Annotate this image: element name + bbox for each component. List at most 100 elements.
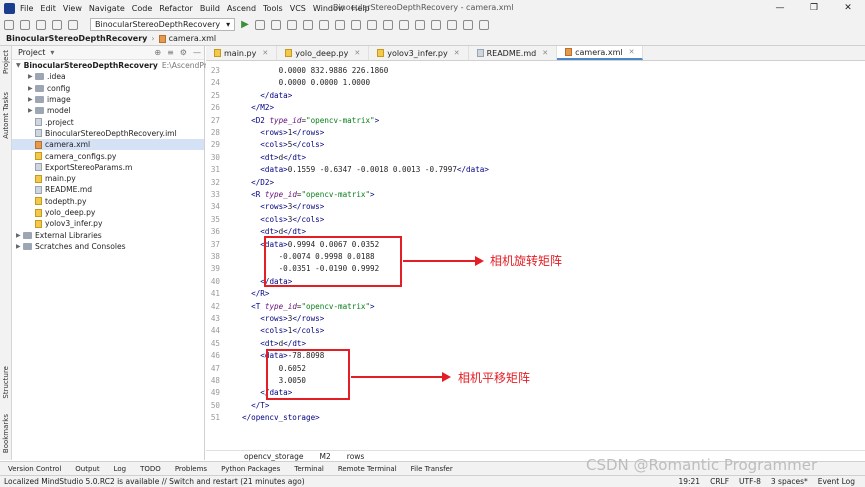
tree-item[interactable]: camera_configs.py: [12, 150, 204, 161]
tree-item[interactable]: ▶ config: [12, 83, 204, 94]
code-line[interactable]: 25 </data>: [206, 90, 861, 102]
code-line[interactable]: 32 </D2>: [206, 177, 861, 189]
tool-icon-3[interactable]: [318, 19, 329, 30]
menu-vcs[interactable]: VCS: [290, 4, 306, 13]
expand-arrow-icon[interactable]: ▶: [28, 85, 35, 92]
tree-item[interactable]: ▶ image: [12, 94, 204, 105]
tool-icon-1[interactable]: [286, 19, 297, 30]
code-line[interactable]: 51 </opencv_storage>: [206, 412, 861, 424]
tab-yolo-deep-py[interactable]: yolo_deep.py ✕: [277, 46, 370, 60]
expand-arrow-icon[interactable]: ▶: [28, 96, 35, 103]
tool-icon-7[interactable]: [382, 19, 393, 30]
tree-item[interactable]: BinocularStereoDepthRecovery.iml: [12, 128, 204, 139]
menu-code[interactable]: Code: [132, 4, 152, 13]
tree-item[interactable]: ▶ .idea: [12, 71, 204, 82]
back-icon[interactable]: [52, 19, 62, 30]
menu-refactor[interactable]: Refactor: [159, 4, 193, 13]
code-line[interactable]: 31 <data>0.1559 -0.6347 -0.0018 0.0013 -…: [206, 164, 861, 176]
code-line[interactable]: 27 <D2 type_id="opencv-matrix">: [206, 115, 861, 127]
code-line[interactable]: 50 </T>: [206, 400, 861, 412]
project-header-label[interactable]: Project: [18, 48, 45, 57]
terminal-button[interactable]: Terminal: [294, 465, 324, 473]
close-icon[interactable]: ✕: [542, 49, 548, 57]
close-icon[interactable]: ✕: [262, 49, 268, 57]
menu-navigate[interactable]: Navigate: [89, 4, 125, 13]
tab-camera-xml[interactable]: camera.xml ✕: [557, 46, 644, 60]
nav-file[interactable]: camera.xml: [169, 34, 217, 43]
tree-item[interactable]: yolo_deep.py: [12, 207, 204, 218]
tool-icon-13[interactable]: [478, 19, 489, 30]
todo-button[interactable]: TODO: [140, 465, 161, 473]
output-button[interactable]: Output: [75, 465, 99, 473]
menu-file[interactable]: File: [20, 4, 33, 13]
expand-arrow-icon[interactable]: ▶: [16, 232, 23, 239]
expand-arrow-icon[interactable]: ▶: [28, 107, 35, 114]
gear-icon[interactable]: ⚙: [180, 48, 187, 57]
version-control-button[interactable]: Version Control: [8, 465, 61, 473]
menu-build[interactable]: Build: [200, 4, 220, 13]
minimize-button[interactable]: —: [763, 0, 797, 17]
sync-icon[interactable]: [36, 19, 46, 30]
debug-icon[interactable]: [254, 19, 265, 30]
tab-readme-md[interactable]: README.md ✕: [469, 46, 558, 60]
tool-icon-5[interactable]: [350, 19, 361, 30]
expand-arrow-icon[interactable]: ▶: [28, 73, 35, 80]
remote-terminal-button[interactable]: Remote Terminal: [338, 465, 397, 473]
code-line[interactable]: 41 </R>: [206, 288, 861, 300]
editor-scrollbar[interactable]: [858, 61, 865, 450]
run-icon[interactable]: ▶: [241, 19, 249, 30]
code-line[interactable]: 26 </M2>: [206, 102, 861, 114]
code-line[interactable]: 35 <cols>3</cols>: [206, 214, 861, 226]
code-line[interactable]: 33 <R type_id="opencv-matrix">: [206, 189, 861, 201]
tool-icon-12[interactable]: [462, 19, 473, 30]
tree-item[interactable]: main.py: [12, 173, 204, 184]
python-packages-button[interactable]: Python Packages: [221, 465, 280, 473]
forward-icon[interactable]: [68, 19, 78, 30]
stop-icon[interactable]: [270, 19, 281, 30]
tool-icon-6[interactable]: [366, 19, 377, 30]
status-message[interactable]: Localized MindStudio 5.0.RC2 is availabl…: [4, 477, 305, 486]
tasks-tool-button[interactable]: Automt Tasks: [2, 92, 10, 139]
tab-main-py[interactable]: main.py ✕: [206, 46, 278, 60]
menu-edit[interactable]: Edit: [40, 4, 56, 13]
code-line[interactable]: 34 <rows>3</rows>: [206, 201, 861, 213]
structure-tool-button[interactable]: Structure: [2, 366, 10, 399]
file-encoding[interactable]: UTF-8: [739, 477, 761, 486]
expand-arrow-icon[interactable]: ▼: [16, 62, 21, 69]
menu-tools[interactable]: Tools: [263, 4, 283, 13]
tree-item-scratches[interactable]: ▶ Scratches and Consoles: [12, 241, 204, 252]
hide-icon[interactable]: —: [193, 48, 201, 57]
tool-icon-10[interactable]: [430, 19, 441, 30]
code-line[interactable]: 24 0.0000 0.0000 1.0000: [206, 77, 861, 89]
breadcrumb-item[interactable]: opencv_storage: [244, 452, 304, 461]
target-icon[interactable]: ⊕: [154, 48, 161, 57]
line-separator[interactable]: CRLF: [710, 477, 729, 486]
project-tool-button[interactable]: Project: [2, 50, 10, 74]
close-icon[interactable]: ✕: [354, 49, 360, 57]
open-icon[interactable]: [4, 19, 14, 30]
tree-item[interactable]: camera.xml: [12, 139, 204, 151]
chevron-down-icon[interactable]: ▾: [50, 48, 54, 57]
tool-icon-11[interactable]: [446, 19, 457, 30]
event-log-button[interactable]: Event Log: [818, 477, 855, 486]
tree-item[interactable]: yolov3_infer.py: [12, 218, 204, 229]
tree-item[interactable]: .project: [12, 116, 204, 127]
collapse-icon[interactable]: ≡: [167, 48, 174, 57]
tab-yolov3-infer-py[interactable]: yolov3_infer.py ✕: [369, 46, 469, 60]
nav-project[interactable]: BinocularStereoDepthRecovery: [6, 34, 147, 43]
indent-setting[interactable]: 3 spaces*: [771, 477, 808, 486]
menu-view[interactable]: View: [63, 4, 82, 13]
code-line[interactable]: 29 <cols>5</cols>: [206, 139, 861, 151]
menu-ascend[interactable]: Ascend: [227, 4, 256, 13]
close-icon[interactable]: ✕: [629, 48, 635, 56]
caret-position[interactable]: 19:21: [678, 477, 700, 486]
file-transfer-button[interactable]: File Transfer: [411, 465, 453, 473]
close-button[interactable]: ✕: [831, 0, 865, 17]
tree-item-external[interactable]: ▶ External Libraries: [12, 229, 204, 240]
tree-item[interactable]: ExportStereoParams.m: [12, 162, 204, 173]
problems-button[interactable]: Problems: [175, 465, 207, 473]
code-line[interactable]: 44 <cols>1</cols>: [206, 325, 861, 337]
code-line[interactable]: 43 <rows>3</rows>: [206, 313, 861, 325]
tool-icon-9[interactable]: [414, 19, 425, 30]
breadcrumb-item[interactable]: rows: [347, 452, 365, 461]
